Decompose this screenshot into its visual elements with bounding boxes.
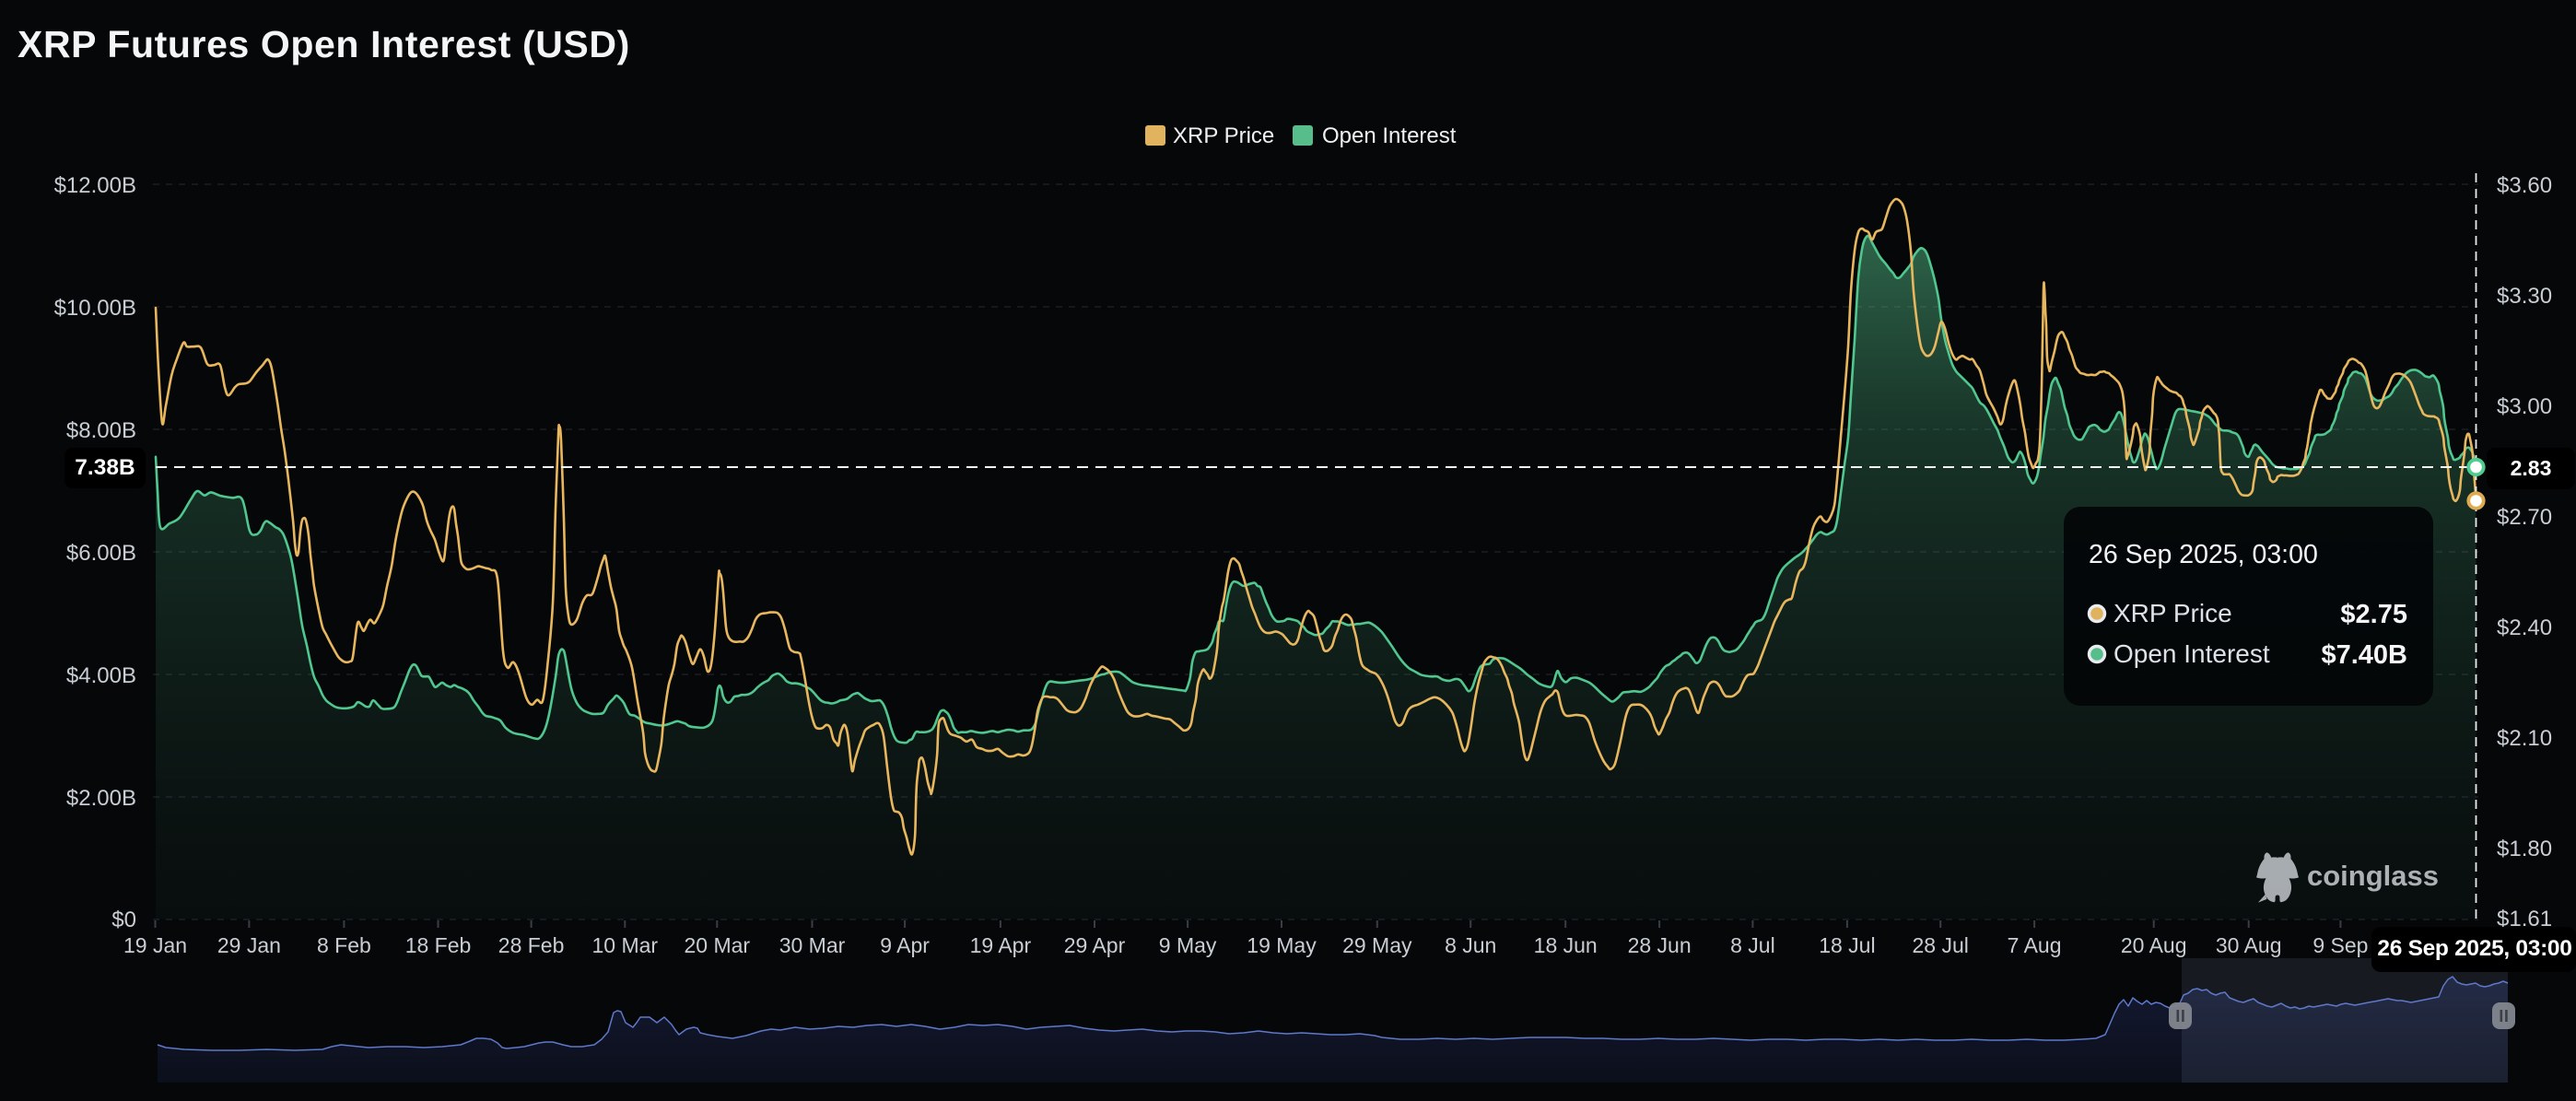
svg-text:18 Jun: 18 Jun [1534, 933, 1598, 957]
svg-text:$2.00B: $2.00B [66, 786, 136, 811]
svg-text:28 Feb: 28 Feb [498, 933, 565, 957]
svg-text:XRP Futures Open Interest (USD: XRP Futures Open Interest (USD) [18, 23, 630, 65]
svg-text:coinglass: coinglass [2307, 860, 2439, 892]
svg-text:$4.00B: $4.00B [66, 663, 136, 688]
svg-text:$3.60: $3.60 [2497, 173, 2552, 198]
svg-text:19 May: 19 May [1247, 933, 1317, 957]
svg-text:10 Mar: 10 Mar [592, 933, 659, 957]
svg-text:8 Feb: 8 Feb [317, 933, 371, 957]
svg-text:Open Interest: Open Interest [1322, 123, 1457, 148]
svg-text:$2.40: $2.40 [2497, 615, 2552, 640]
svg-text:28 Jun: 28 Jun [1628, 933, 1692, 957]
svg-text:9 May: 9 May [1159, 933, 1217, 957]
svg-text:19 Jan: 19 Jan [123, 933, 187, 957]
svg-text:$1.80: $1.80 [2497, 837, 2552, 861]
svg-text:$2.70: $2.70 [2497, 505, 2552, 530]
svg-text:29 May: 29 May [1342, 933, 1412, 957]
svg-text:7.38B: 7.38B [75, 455, 135, 480]
svg-text:18 Feb: 18 Feb [405, 933, 472, 957]
svg-text:$8.00B: $8.00B [66, 418, 136, 443]
svg-text:XRP Price: XRP Price [2113, 599, 2232, 627]
svg-text:19 Apr: 19 Apr [970, 933, 1032, 957]
svg-text:29 Jan: 29 Jan [217, 933, 281, 957]
svg-text:$12.00B: $12.00B [54, 173, 136, 198]
svg-text:$0: $0 [111, 908, 136, 932]
svg-text:26 Sep 2025, 03:00: 26 Sep 2025, 03:00 [2089, 540, 2318, 569]
svg-text:$2.75: $2.75 [2340, 600, 2407, 629]
svg-text:8 Jun: 8 Jun [1445, 933, 1496, 957]
svg-text:30 Mar: 30 Mar [779, 933, 846, 957]
svg-text:Open Interest: Open Interest [2113, 639, 2270, 668]
svg-text:$3.30: $3.30 [2497, 284, 2552, 309]
svg-text:$7.40B: $7.40B [2321, 640, 2407, 670]
svg-text:20 Mar: 20 Mar [685, 933, 751, 957]
svg-text:26 Sep 2025, 03:00: 26 Sep 2025, 03:00 [2377, 936, 2571, 961]
svg-text:9 Sep: 9 Sep [2313, 933, 2368, 957]
svg-text:XRP Price: XRP Price [1173, 123, 1274, 148]
svg-text:$10.00B: $10.00B [54, 296, 136, 321]
svg-text:20 Aug: 20 Aug [2121, 933, 2187, 957]
svg-text:$6.00B: $6.00B [66, 541, 136, 566]
svg-text:8 Jul: 8 Jul [1730, 933, 1775, 957]
svg-text:9 Apr: 9 Apr [880, 933, 930, 957]
svg-text:7 Aug: 7 Aug [2008, 933, 2062, 957]
svg-text:$3.00: $3.00 [2497, 394, 2552, 419]
svg-text:30 Aug: 30 Aug [2216, 933, 2282, 957]
svg-text:18 Jul: 18 Jul [1819, 933, 1875, 957]
svg-text:29 Apr: 29 Apr [1064, 933, 1126, 957]
svg-text:28 Jul: 28 Jul [1913, 933, 1969, 957]
svg-text:$2.10: $2.10 [2497, 726, 2552, 751]
svg-text:2.83: 2.83 [2511, 456, 2552, 480]
